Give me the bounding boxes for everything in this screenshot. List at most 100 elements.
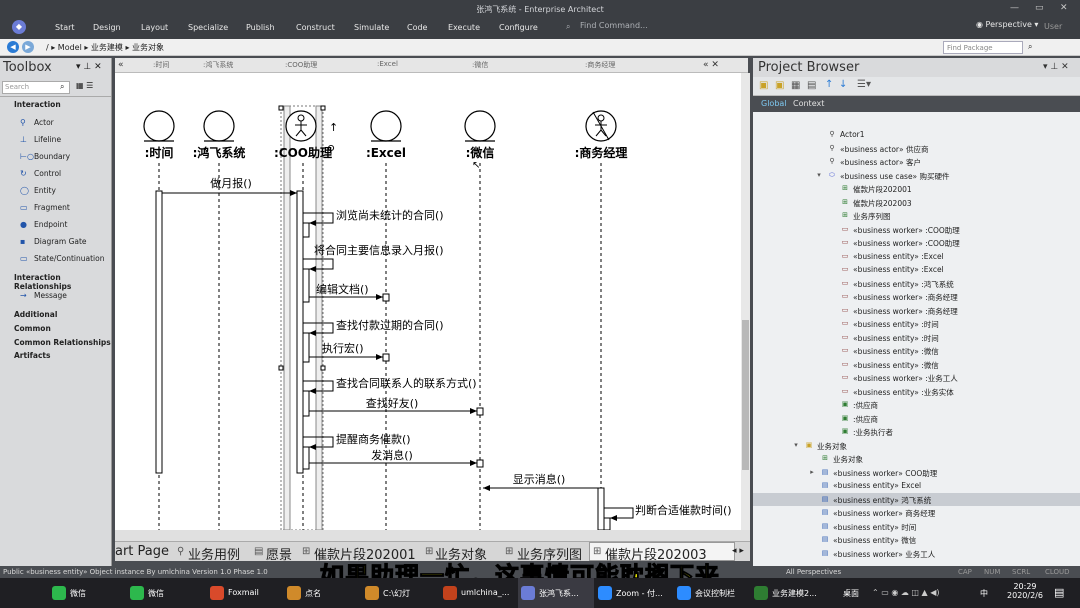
tab-start-page[interactable]: art Page <box>115 544 169 559</box>
lifeline-business-manager[interactable]: :商务经理 <box>575 110 628 530</box>
message-browse-contracts[interactable]: 浏览尚未统计的合同() <box>303 208 444 226</box>
forward-icon[interactable]: ▶ <box>22 41 34 53</box>
move-down-icon[interactable]: ↓ <box>839 79 847 90</box>
resize-handle[interactable] <box>278 105 284 111</box>
menu-design[interactable]: Design <box>93 23 121 32</box>
close-button[interactable]: ✕ <box>1060 3 1068 13</box>
taskbar-app[interactable]: 微信 <box>148 588 164 599</box>
toolbox-item-message[interactable]: Message <box>34 291 67 300</box>
message-find-contact[interactable]: 查找合同联系人的联系方式() <box>303 376 477 394</box>
diagram-header-tab[interactable]: :商务经理 <box>585 60 615 70</box>
tab-scroll-icon[interactable]: ◂ ▸ <box>732 546 744 556</box>
tree-item[interactable]: «business entity» 鸿飞系统 <box>833 495 931 506</box>
tab-global[interactable]: Global <box>761 99 787 108</box>
toolbox-item-state-continuation[interactable]: State/Continuation <box>34 254 104 263</box>
taskbar-app[interactable]: 会议控制栏 <box>695 588 735 599</box>
tree-item[interactable]: :业务执行者 <box>853 427 893 438</box>
activation-bar[interactable] <box>603 517 611 530</box>
tree-item[interactable]: 业务对象 <box>833 454 863 465</box>
taskbar-app[interactable]: Foxmail <box>228 588 259 597</box>
activation-bar[interactable] <box>296 190 304 474</box>
message-make-monthly-report[interactable]: 做月报() <box>162 176 297 196</box>
tree-item[interactable]: «business use case» 购买硬件 <box>840 171 950 182</box>
taskbar-app[interactable]: 业务建模2... <box>772 588 817 599</box>
toolbox-section-additional[interactable]: Additional <box>14 310 57 319</box>
perspectives-status[interactable]: All Perspectives <box>786 568 841 576</box>
canvas-scrollbar-thumb[interactable] <box>742 320 749 470</box>
diagram-header-tab[interactable]: :Excel <box>377 60 398 68</box>
collapse-left-icon[interactable]: « <box>118 60 124 70</box>
minimize-button[interactable]: — <box>1010 3 1019 13</box>
activation-bar[interactable] <box>597 487 605 530</box>
tree-item[interactable]: Actor1 <box>840 130 865 139</box>
move-up-icon[interactable]: ↑ <box>825 79 833 90</box>
toolbox-section-artifacts[interactable]: Artifacts <box>14 351 50 360</box>
activation-bar[interactable] <box>302 268 310 303</box>
menu-code[interactable]: Code <box>407 23 427 32</box>
tree-item[interactable]: «business entity» :微信 <box>853 346 939 357</box>
toolbox-item-actor[interactable]: Actor <box>34 118 54 127</box>
toolbox-options-icon[interactable]: ▦ ☰ <box>76 81 93 90</box>
toolbox-search-icon[interactable]: ⌕ <box>60 82 64 92</box>
tree-item[interactable]: «business worker» :商务经理 <box>853 292 958 303</box>
resize-handle[interactable] <box>320 365 326 371</box>
diagram-header-tab[interactable]: :微信 <box>472 60 488 70</box>
toolbox-item-lifeline[interactable]: Lifeline <box>34 135 61 144</box>
activation-bar[interactable] <box>302 332 310 363</box>
resize-handle[interactable] <box>278 365 284 371</box>
notification-icon[interactable]: ▤ <box>1054 586 1064 599</box>
menu-layout[interactable]: Layout <box>141 23 168 32</box>
message-send-message[interactable]: 发消息() <box>309 448 484 468</box>
tree-item[interactable]: «business entity» :业务实体 <box>853 387 954 398</box>
clock[interactable]: 20:29 2020/2/6 <box>1003 582 1047 600</box>
taskbar-app[interactable]: 点名 <box>305 588 321 599</box>
panel-menu-icon[interactable]: ▾ ⊥ ✕ <box>1043 62 1069 72</box>
tree-item[interactable]: «business entity» Excel <box>833 481 921 490</box>
toolbox-item-entity[interactable]: Entity <box>34 186 56 195</box>
diagram-canvas[interactable]: :时间 :鸿飞系统 :COO助理 ↑ ⚲:Excel:微信 ↖:商务经理 … <box>115 73 741 530</box>
diagram-header-tab[interactable]: :鸿飞系统 <box>203 60 233 70</box>
activation-bar[interactable] <box>302 222 310 238</box>
tree-item[interactable]: «business worker» :COO助理 <box>853 238 960 249</box>
tree-item[interactable]: «business entity» :Excel <box>853 252 944 261</box>
find-package-icon[interactable]: ⌕ <box>1028 42 1032 52</box>
toolbox-item-control[interactable]: Control <box>34 169 61 178</box>
new-package-icon[interactable]: ▣ <box>759 80 768 91</box>
menu-construct[interactable]: Construct <box>296 23 335 32</box>
activation-bar[interactable] <box>155 190 163 474</box>
tab-business-usecase[interactable]: 业务用例 <box>188 544 240 563</box>
menu-configure[interactable]: Configure <box>499 23 538 32</box>
tab-vision[interactable]: 愿景 <box>266 544 292 563</box>
menu-simulate[interactable]: Simulate <box>354 23 389 32</box>
tree-item[interactable]: «business worker» :商务经理 <box>853 306 958 317</box>
expand-down-icon[interactable]: ▾ <box>815 171 823 179</box>
maximize-button[interactable]: ▭ <box>1035 3 1044 13</box>
toolbox-menu-icon[interactable]: ▾ ⊥ ✕ <box>76 62 102 72</box>
menu-execute[interactable]: Execute <box>448 23 480 32</box>
find-command-input[interactable]: Find Command... <box>566 21 716 35</box>
find-package-input[interactable]: Find Package <box>943 41 1023 54</box>
toolbox-section-common-relationships[interactable]: Common Relationships <box>14 338 111 347</box>
tree-item[interactable]: :供应商 <box>853 414 878 425</box>
taskbar-app[interactable]: umlchina_... <box>461 588 509 597</box>
toolbox-item-boundary[interactable]: Boundary <box>34 152 70 161</box>
desktop-toolbar[interactable]: 桌面 <box>843 588 859 599</box>
toolbox-item-endpoint[interactable]: Endpoint <box>34 220 67 229</box>
activation-bar[interactable] <box>302 390 310 417</box>
message-judge-collection-time[interactable]: 判断合适催款时间() <box>604 503 732 521</box>
tree-item[interactable]: «business actor» 供应商 <box>840 144 928 155</box>
lifeline-hongfei-system[interactable]: :鸿飞系统 <box>193 110 246 530</box>
menu-start[interactable]: Start <box>55 23 75 32</box>
canvas-horizontal-scrollbar[interactable] <box>115 530 750 541</box>
tree-item[interactable]: «business worker» COO助理 <box>833 468 937 479</box>
toolbox-section-common[interactable]: Common <box>14 324 51 333</box>
tree-item[interactable]: 催款片段202003 <box>853 198 912 209</box>
menu-specialize[interactable]: Specialize <box>188 23 228 32</box>
tray-icons[interactable]: ⌃ ▭ ◉ ☁ ◫ ▲ ◀) <box>872 588 939 597</box>
toolbox-item-fragment[interactable]: Fragment <box>34 203 70 212</box>
user-label[interactable]: User <box>1044 22 1062 31</box>
diagram-header-tab[interactable]: :时间 <box>153 60 169 70</box>
message-enter-contract-info[interactable]: 将合同主要信息录入月报() <box>303 243 444 272</box>
back-icon[interactable]: ◀ <box>7 41 19 53</box>
message-show-message[interactable]: 显示消息() <box>483 472 598 491</box>
